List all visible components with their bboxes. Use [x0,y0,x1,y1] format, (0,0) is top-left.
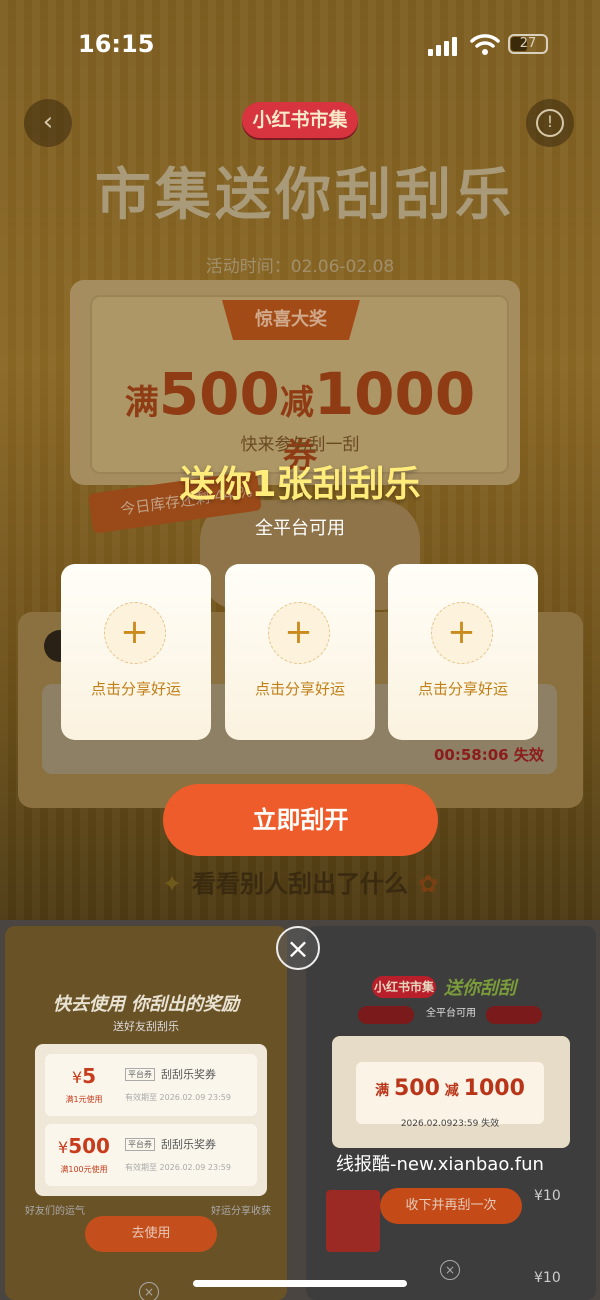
use-button[interactable]: 去使用 [85,1216,217,1252]
reward-preview-subtitle: 送好友刮刮乐 [113,1020,179,1033]
close-icon[interactable]: × [440,1260,460,1280]
prize-text: 满 500 减 1000 [375,1076,525,1101]
reward-preview-panel: 快去使用 你刮出的奖励 送好友刮刮乐 ¥5 满1元使用 平台券 刮刮乐奖券 有效… [5,926,287,1300]
friends-luck-label: 好友们的运气 [25,1206,85,1217]
price-label: ¥10 [534,1188,561,1204]
scratch-now-button[interactable]: 立即刮开 [163,784,438,856]
modal-title: 送你1张刮刮乐 [179,464,421,505]
share-harvest-label: 好运分享收获 [211,1206,271,1217]
red-pill [358,1006,414,1024]
star-icon: ✦ [161,870,182,898]
share-slot-3[interactable]: + 点击分享好运 [388,564,538,740]
red-pill [486,1006,542,1024]
watermark: 线报酷-new.xianbao.fun [336,1154,544,1175]
status-bar: 16:15 27 [0,0,600,90]
plus-icon: + [104,602,166,664]
info-button[interactable]: ! [526,99,574,147]
close-button[interactable]: × [276,926,320,970]
product-thumbnail [326,1190,380,1252]
activity-time: 活动时间：02.06-02.08 [205,257,395,277]
rescratch-preview-panel: 小红书市集 送你刮刮 全平台可用 满 500 减 1000 2026.02.09… [306,926,596,1300]
share-slot-label: 点击分享好运 [254,680,345,698]
join-text: 快来参与刮一刮 [240,435,360,455]
share-slot-1[interactable]: + 点击分享好运 [61,564,211,740]
status-time: 16:15 [78,30,155,58]
coupon-item: ¥5 满1元使用 平台券 刮刮乐奖券 有效期至 2026.02.09 23:59 [45,1054,257,1116]
battery-level: 27 [519,36,537,51]
plus-icon: + [268,602,330,664]
countdown-text: 00:58:06 失效 [434,746,544,764]
info-icon: ! [536,108,564,137]
brand-badge: 小红书市集 [242,102,358,138]
flower-icon: ✿ [418,870,439,898]
page-headline: 市集送你刮刮乐 [95,163,515,228]
others-section-title: ✦ 看看别人刮出了什么 ✿ [161,870,439,898]
share-slot-label: 点击分享好运 [417,680,508,698]
home-indicator[interactable] [193,1280,407,1287]
platform-text: 全平台可用 [426,1008,476,1019]
slogan-text: 送你刮刮 [444,978,516,999]
share-slot-2[interactable]: + 点击分享好运 [225,564,375,740]
reward-preview-title: 快去使用 你刮出的奖励 [52,994,240,1015]
plus-icon: + [431,602,493,664]
accept-rescratch-button[interactable]: 收下并再刮一次 [380,1188,522,1224]
battery-icon: 27 [508,34,548,54]
signal-icon [428,37,457,56]
modal-subtitle: 全平台可用 [255,518,345,539]
chevron-left-icon: ‹ [42,107,54,137]
brand-badge: 小红书市集 [372,976,436,998]
close-icon[interactable]: × [139,1282,159,1300]
wifi-icon [470,34,500,55]
back-button[interactable]: ‹ [24,99,72,147]
close-icon: × [286,932,310,965]
prize-tag: 惊喜大奖 [222,300,360,340]
coupon-list: ¥5 满1元使用 平台券 刮刮乐奖券 有效期至 2026.02.09 23:59… [35,1044,267,1196]
coupon-item: ¥500 满100元使用 平台券 刮刮乐奖券 有效期至 2026.02.09 2… [45,1124,257,1186]
price-label: ¥10 [534,1270,561,1286]
share-slot-label: 点击分享好运 [90,680,181,698]
expire-text: 2026.02.0923:59 失效 [400,1119,500,1129]
